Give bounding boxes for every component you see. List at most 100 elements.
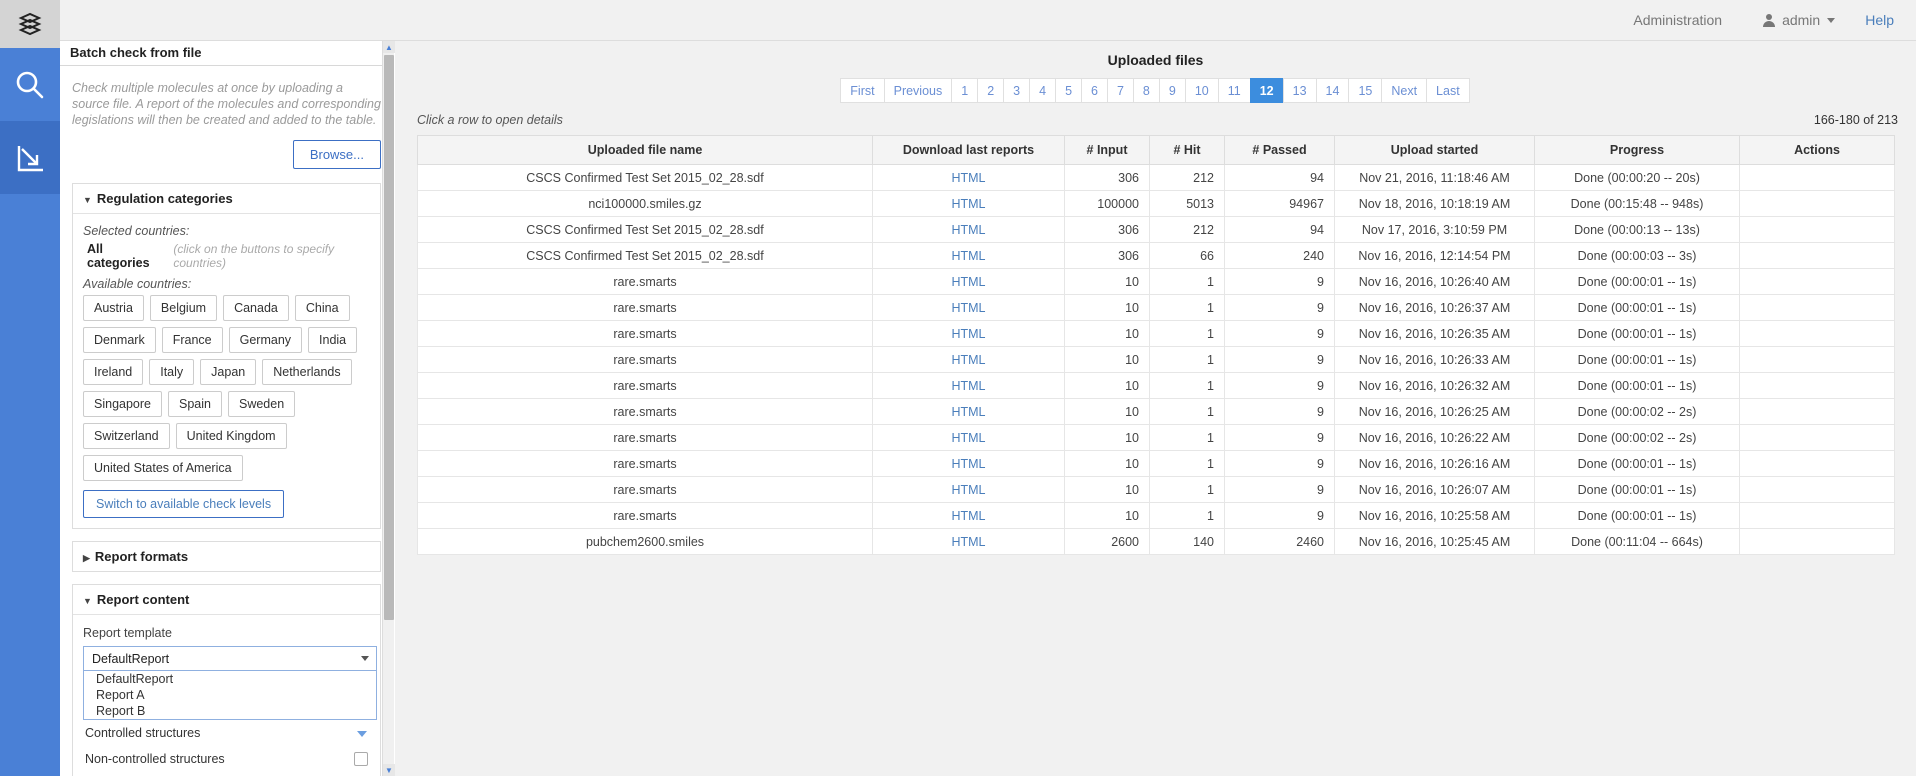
pagination-button[interactable]: 14 [1316,78,1350,103]
table-row[interactable]: rare.smartsHTML1019Nov 16, 2016, 10:26:3… [418,321,1895,347]
user-menu[interactable]: admin [1762,12,1835,28]
regulation-categories-header[interactable]: ▼Regulation categories [73,184,380,214]
report-template-option[interactable]: DefaultReport [84,671,376,687]
table-column-header[interactable]: Uploaded file name [418,136,873,165]
download-html-report-link[interactable]: HTML [951,405,985,419]
download-html-report-link[interactable]: HTML [951,249,985,263]
download-html-report-link[interactable]: HTML [951,379,985,393]
cell-download-report[interactable]: HTML [873,529,1065,555]
country-button[interactable]: Belgium [150,295,217,321]
pagination-button[interactable]: 7 [1107,78,1134,103]
pagination-button[interactable]: 11 [1218,78,1251,103]
table-column-header[interactable]: # Passed [1225,136,1335,165]
table-row[interactable]: nci100000.smiles.gzHTML100000501394967No… [418,191,1895,217]
cell-download-report[interactable]: HTML [873,503,1065,529]
country-button[interactable]: Ireland [83,359,143,385]
download-html-report-link[interactable]: HTML [951,171,985,185]
pagination-button[interactable]: 8 [1133,78,1160,103]
help-link[interactable]: Help [1865,12,1894,28]
administration-link[interactable]: Administration [1633,12,1722,28]
switch-check-levels-button[interactable]: Switch to available check levels [83,490,284,518]
cell-download-report[interactable]: HTML [873,425,1065,451]
cell-download-report[interactable]: HTML [873,165,1065,191]
table-row[interactable]: CSCS Confirmed Test Set 2015_02_28.sdfHT… [418,243,1895,269]
pagination-button[interactable]: 6 [1081,78,1108,103]
pagination-button[interactable]: 3 [1003,78,1030,103]
table-column-header[interactable]: # Hit [1150,136,1225,165]
country-button[interactable]: Italy [149,359,194,385]
scroll-up-arrow-icon[interactable]: ▲ [383,41,395,53]
pagination-button[interactable]: Previous [884,78,953,103]
cell-download-report[interactable]: HTML [873,295,1065,321]
table-row[interactable]: CSCS Confirmed Test Set 2015_02_28.sdfHT… [418,217,1895,243]
download-html-report-link[interactable]: HTML [951,431,985,445]
download-html-report-link[interactable]: HTML [951,353,985,367]
country-button[interactable]: United States of America [83,455,243,481]
cell-download-report[interactable]: HTML [873,217,1065,243]
pagination-button[interactable]: 9 [1159,78,1186,103]
pagination-button[interactable]: 1 [951,78,978,103]
table-row[interactable]: pubchem2600.smilesHTML26001402460Nov 16,… [418,529,1895,555]
download-html-report-link[interactable]: HTML [951,197,985,211]
table-column-header[interactable]: Upload started [1335,136,1535,165]
country-button[interactable]: Austria [83,295,144,321]
download-html-report-link[interactable]: HTML [951,223,985,237]
cell-download-report[interactable]: HTML [873,321,1065,347]
report-template-select[interactable]: DefaultReport [83,646,377,671]
country-button[interactable]: India [308,327,357,353]
scrollbar-thumb[interactable] [384,55,394,620]
table-row[interactable]: rare.smartsHTML1019Nov 16, 2016, 10:26:1… [418,451,1895,477]
table-row[interactable]: rare.smartsHTML1019Nov 16, 2016, 10:26:3… [418,347,1895,373]
report-content-header[interactable]: ▼Report content [73,585,380,615]
sidebar-item-batch-import[interactable] [0,121,60,194]
cell-download-report[interactable]: HTML [873,451,1065,477]
all-categories-value[interactable]: All categories [87,242,161,270]
download-html-report-link[interactable]: HTML [951,275,985,289]
cell-download-report[interactable]: HTML [873,243,1065,269]
country-button[interactable]: Switzerland [83,423,170,449]
pagination-button[interactable]: 4 [1029,78,1056,103]
download-html-report-link[interactable]: HTML [951,327,985,341]
table-column-header[interactable]: # Input [1065,136,1150,165]
chevron-down-icon[interactable] [354,726,368,740]
table-row[interactable]: CSCS Confirmed Test Set 2015_02_28.sdfHT… [418,165,1895,191]
report-template-option[interactable]: Report A [84,687,376,703]
country-button[interactable]: Denmark [83,327,156,353]
country-button[interactable]: United Kingdom [176,423,287,449]
pagination-button[interactable]: 15 [1348,78,1382,103]
report-formats-header[interactable]: ▶Report formats [73,542,380,571]
table-row[interactable]: rare.smartsHTML1019Nov 16, 2016, 10:26:3… [418,295,1895,321]
download-html-report-link[interactable]: HTML [951,301,985,315]
download-html-report-link[interactable]: HTML [951,535,985,549]
country-button[interactable]: France [162,327,223,353]
country-button[interactable]: China [295,295,350,321]
cell-download-report[interactable]: HTML [873,477,1065,503]
download-html-report-link[interactable]: HTML [951,483,985,497]
country-button[interactable]: Japan [200,359,256,385]
country-button[interactable]: Canada [223,295,289,321]
country-button[interactable]: Singapore [83,391,162,417]
country-button[interactable]: Sweden [228,391,295,417]
cell-download-report[interactable]: HTML [873,191,1065,217]
table-row[interactable]: rare.smartsHTML1019Nov 16, 2016, 10:25:5… [418,503,1895,529]
report-content-checkbox[interactable] [354,752,368,766]
scroll-down-arrow-icon[interactable]: ▼ [383,764,395,776]
pagination-button[interactable]: First [840,78,884,103]
table-column-header[interactable]: Progress [1535,136,1740,165]
table-column-header[interactable]: Download last reports [873,136,1065,165]
country-button[interactable]: Netherlands [262,359,351,385]
pagination-button[interactable]: Last [1426,78,1470,103]
cell-download-report[interactable]: HTML [873,347,1065,373]
cell-download-report[interactable]: HTML [873,269,1065,295]
pagination-button[interactable]: Next [1381,78,1427,103]
country-button[interactable]: Spain [168,391,222,417]
sidebar-item-search[interactable] [0,48,60,121]
download-html-report-link[interactable]: HTML [951,509,985,523]
table-column-header[interactable]: Actions [1740,136,1895,165]
table-row[interactable]: rare.smartsHTML1019Nov 16, 2016, 10:26:0… [418,477,1895,503]
table-row[interactable]: rare.smartsHTML1019Nov 16, 2016, 10:26:3… [418,373,1895,399]
table-row[interactable]: rare.smartsHTML1019Nov 16, 2016, 10:26:2… [418,399,1895,425]
table-row[interactable]: rare.smartsHTML1019Nov 16, 2016, 10:26:2… [418,425,1895,451]
cell-download-report[interactable]: HTML [873,373,1065,399]
country-button[interactable]: Germany [229,327,302,353]
